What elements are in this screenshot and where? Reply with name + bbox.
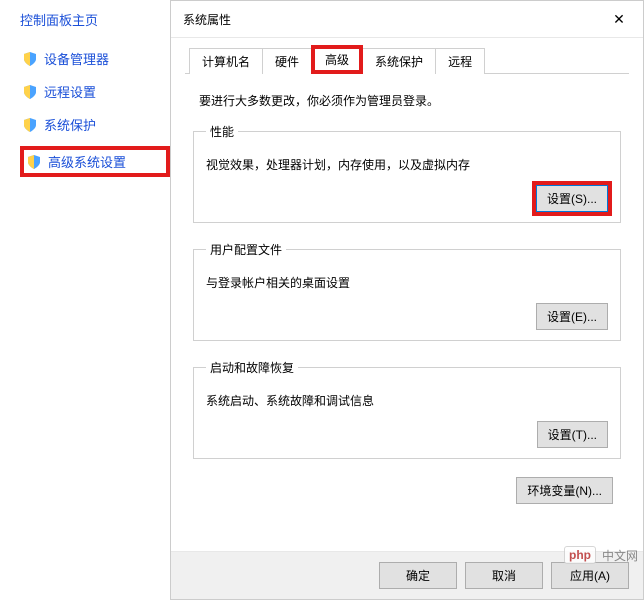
tab-hardware[interactable]: 硬件 xyxy=(262,48,312,74)
environment-variables-button[interactable]: 环境变量(N)... xyxy=(516,477,613,504)
performance-group: 性能 视觉效果，处理器计划，内存使用，以及虚拟内存 设置(S)... xyxy=(193,123,621,223)
dialog-body: 要进行大多数更改，你必须作为管理员登录。 性能 视觉效果，处理器计划，内存使用，… xyxy=(185,73,629,551)
startup-legend: 启动和故障恢复 xyxy=(206,359,298,376)
sidebar-item-advanced-settings[interactable]: 高级系统设置 xyxy=(20,146,170,177)
sidebar-item-label: 设备管理器 xyxy=(44,49,109,68)
close-icon[interactable]: ✕ xyxy=(603,9,635,29)
ok-button[interactable]: 确定 xyxy=(379,562,457,589)
sidebar-title[interactable]: 控制面板主页 xyxy=(20,10,170,29)
tab-remote[interactable]: 远程 xyxy=(435,48,485,74)
system-properties-dialog: 系统属性 ✕ 计算机名 硬件 高级 系统保护 远程 要进行大多数更改，你必须作为… xyxy=(170,0,644,600)
startup-group: 启动和故障恢复 系统启动、系统故障和调试信息 设置(T)... xyxy=(193,359,621,459)
user-profile-desc: 与登录帐户相关的桌面设置 xyxy=(206,274,608,291)
watermark-logo: php xyxy=(564,546,596,564)
sidebar-item-label: 系统保护 xyxy=(44,115,96,134)
dialog-title: 系统属性 xyxy=(183,11,231,28)
cancel-button[interactable]: 取消 xyxy=(465,562,543,589)
admin-note: 要进行大多数更改，你必须作为管理员登录。 xyxy=(199,92,615,109)
tab-advanced[interactable]: 高级 xyxy=(311,45,363,74)
tab-system-protection[interactable]: 系统保护 xyxy=(362,48,436,74)
performance-desc: 视觉效果，处理器计划，内存使用，以及虚拟内存 xyxy=(206,156,608,173)
sidebar-item-system-protection[interactable]: 系统保护 xyxy=(20,113,170,136)
sidebar-item-remote-settings[interactable]: 远程设置 xyxy=(20,80,170,103)
shield-icon xyxy=(22,51,38,67)
shield-icon xyxy=(22,84,38,100)
sidebar-item-device-manager[interactable]: 设备管理器 xyxy=(20,47,170,70)
tabs: 计算机名 硬件 高级 系统保护 远程 xyxy=(171,38,643,74)
user-profile-settings-button[interactable]: 设置(E)... xyxy=(536,303,608,330)
tab-computer-name[interactable]: 计算机名 xyxy=(189,48,263,74)
sidebar: 控制面板主页 设备管理器 远程设置 系统保护 高级系统设置 xyxy=(0,0,170,600)
user-profile-group: 用户配置文件 与登录帐户相关的桌面设置 设置(E)... xyxy=(193,241,621,341)
apply-button[interactable]: 应用(A) xyxy=(551,562,629,589)
shield-icon xyxy=(22,117,38,133)
watermark: php 中文网 xyxy=(564,546,638,564)
watermark-text: 中文网 xyxy=(602,547,638,564)
startup-settings-button[interactable]: 设置(T)... xyxy=(537,421,608,448)
titlebar: 系统属性 ✕ xyxy=(171,1,643,38)
user-profile-legend: 用户配置文件 xyxy=(206,241,286,258)
performance-legend: 性能 xyxy=(206,123,238,140)
performance-settings-button[interactable]: 设置(S)... xyxy=(536,185,608,212)
sidebar-item-label: 高级系统设置 xyxy=(48,152,126,171)
shield-icon xyxy=(26,154,42,170)
sidebar-item-label: 远程设置 xyxy=(44,82,96,101)
startup-desc: 系统启动、系统故障和调试信息 xyxy=(206,392,608,409)
